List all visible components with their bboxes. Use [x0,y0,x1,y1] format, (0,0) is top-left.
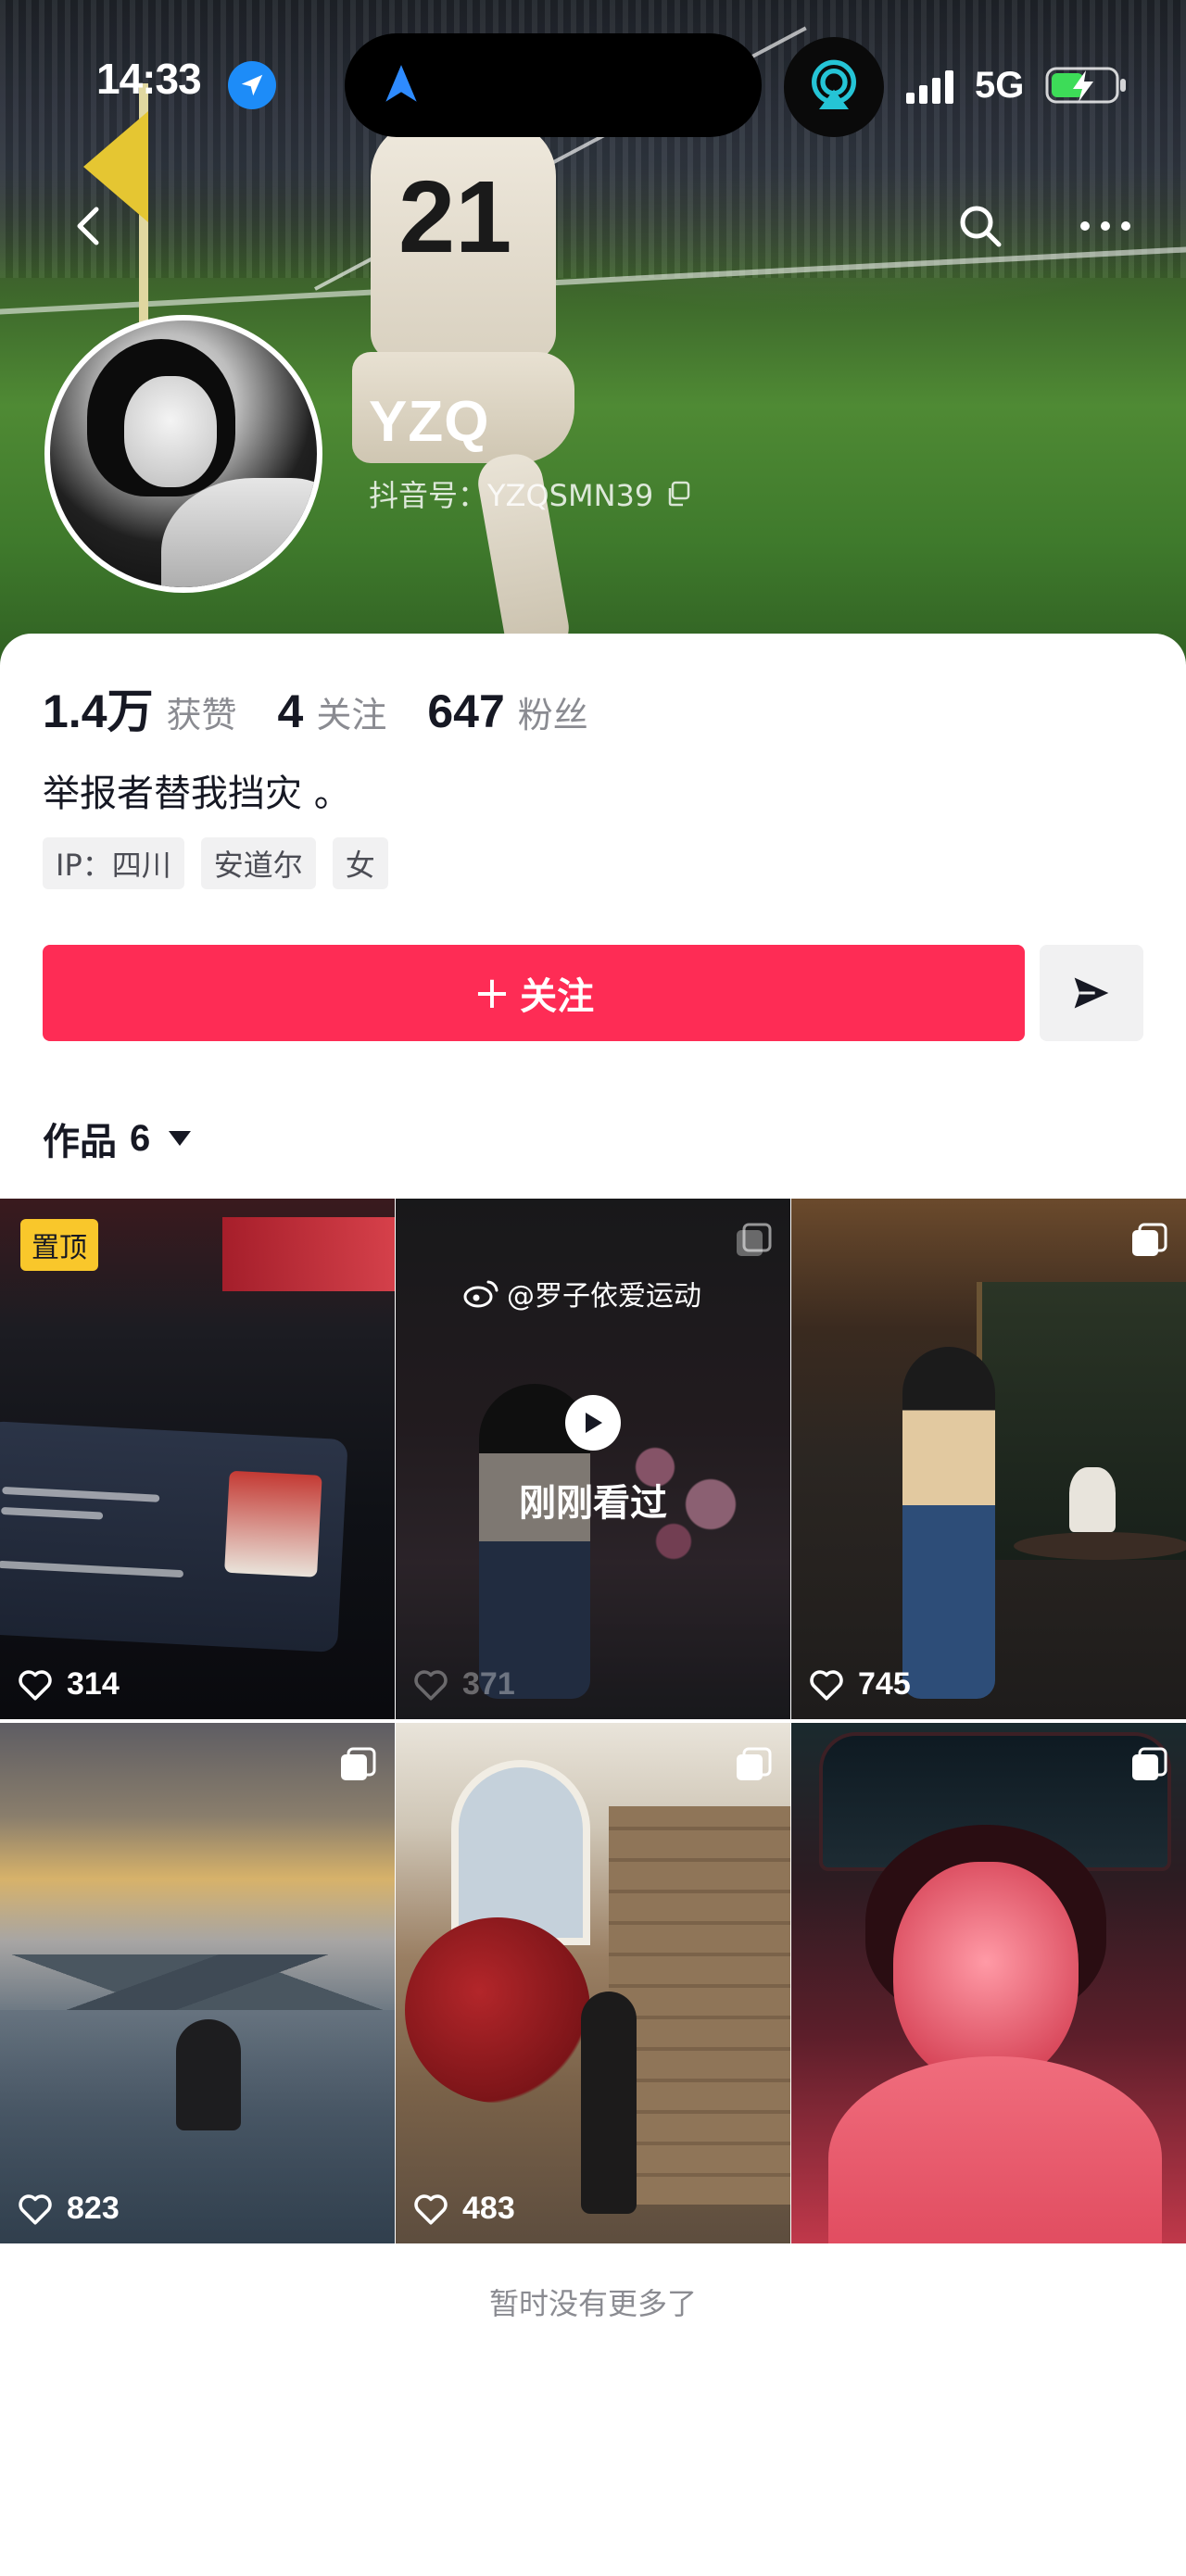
username: YZQ [369,390,490,454]
stat-following[interactable]: 4 关注 [278,685,387,738]
heart-icon [414,1669,448,1701]
pinned-badge: 置顶 [20,1219,98,1271]
like-count: 823 [17,2191,120,2227]
like-count-value: 483 [462,2191,515,2226]
like-count: 314 [17,1666,120,1703]
like-count: 483 [412,2191,515,2227]
play-icon[interactable] [565,1395,621,1451]
like-count-value: 371 [462,1666,515,1702]
video-tile[interactable]: @罗子依爱运动 刚刚看过 371 [396,1199,790,1719]
status-time: 14:33 [96,55,202,103]
just-watched-label: 刚刚看过 [519,1482,667,1525]
stat-label: 获赞 [166,695,237,735]
stat-value: 647 [427,685,505,737]
video-tile[interactable]: 823 [0,1723,395,2243]
video-tile[interactable] [791,1723,1186,2243]
follow-button-label: 关注 [520,975,595,1018]
tag-location: 安道尔 [200,837,316,889]
follow-button[interactable]: + 关注 [43,945,1025,1041]
chevron-down-icon [169,1131,192,1146]
profile-tags: IP：四川 安道尔 女 [43,837,388,889]
battery-charging-icon [1045,67,1126,104]
like-count: 745 [808,1666,911,1703]
watermark-text: @罗子依爱运动 [507,1280,701,1313]
send-icon [1074,977,1109,1009]
stat-followers[interactable]: 647 粉丝 [427,685,587,738]
cover-player: 21 [334,83,593,662]
video-grid: 置顶 314 @罗子依爱运动 刚刚看过 371 745 823 483 [0,1199,1186,2243]
heart-icon [414,2193,448,2225]
stat-value: 1.4万 [43,685,154,737]
no-more-text: 暂时没有更多了 [488,2286,697,2321]
multi-image-icon [737,1223,772,1256]
navigation-icon [385,65,417,102]
plus-icon: + [473,967,511,1019]
stat-likes[interactable]: 1.4万 获赞 [43,674,237,741]
weibo-icon [463,1280,498,1308]
stat-value: 4 [277,685,304,737]
heart-icon [810,1669,843,1701]
back-icon[interactable] [61,198,117,254]
location-arrow-icon [228,61,276,109]
airplay-icon[interactable] [784,37,884,137]
stat-label: 关注 [316,695,387,735]
like-count-value: 823 [67,2191,120,2226]
more-icon[interactable] [1073,198,1138,254]
douyin-id-text: 抖音号：YZQSMN39 [369,478,654,513]
stat-label: 粉丝 [517,695,588,735]
like-count: 371 [412,1666,515,1703]
message-button[interactable] [1040,945,1143,1041]
tab-works-label: 作品 [43,1121,117,1163]
tab-works[interactable]: 作品 6 [43,1112,192,1165]
profile-bio: 举报者替我挡灾 。 [43,773,351,815]
avatar[interactable] [44,315,322,593]
like-count-value: 745 [858,1666,911,1702]
copy-icon[interactable] [664,480,692,508]
watermark: @罗子依爱运动 [462,1273,701,1313]
heart-icon [19,2193,52,2225]
signal-icon [906,70,953,104]
douyin-id: 抖音号：YZQSMN39 [369,472,692,515]
search-icon[interactable] [953,198,1008,254]
network-label: 5G [975,65,1025,106]
like-count-value: 314 [67,1666,120,1702]
tag-gender: 女 [332,837,388,889]
multi-image-icon [1132,1747,1167,1780]
video-tile[interactable]: 745 [791,1199,1186,1719]
multi-image-icon [1132,1223,1167,1256]
dynamic-island[interactable] [345,33,762,137]
profile-stats: 1.4万 获赞 4 关注 647 粉丝 [43,674,629,741]
tag-ip: IP：四川 [43,837,184,889]
tab-works-count: 6 [130,1117,151,1159]
video-tile[interactable]: 483 [396,1723,790,2243]
video-tile[interactable]: 置顶 314 [0,1199,395,1719]
multi-image-icon [341,1747,376,1780]
heart-icon [19,1669,52,1701]
multi-image-icon [737,1747,772,1780]
